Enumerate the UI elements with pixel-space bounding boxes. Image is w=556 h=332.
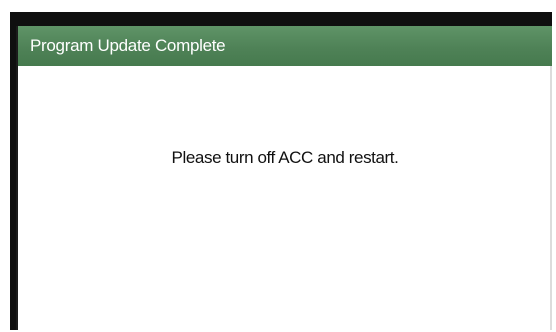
dialog-title: Program Update Complete	[30, 36, 226, 55]
dialog-message: Please turn off ACC and restart.	[171, 148, 399, 167]
dialog-body: Please turn off ACC and restart.	[18, 66, 552, 330]
dialog-title-bar: Program Update Complete	[18, 26, 552, 66]
update-dialog: Program Update Complete Please turn off …	[16, 26, 552, 330]
dialog-edge	[550, 66, 552, 330]
screen-frame: Program Update Complete Please turn off …	[10, 12, 552, 330]
